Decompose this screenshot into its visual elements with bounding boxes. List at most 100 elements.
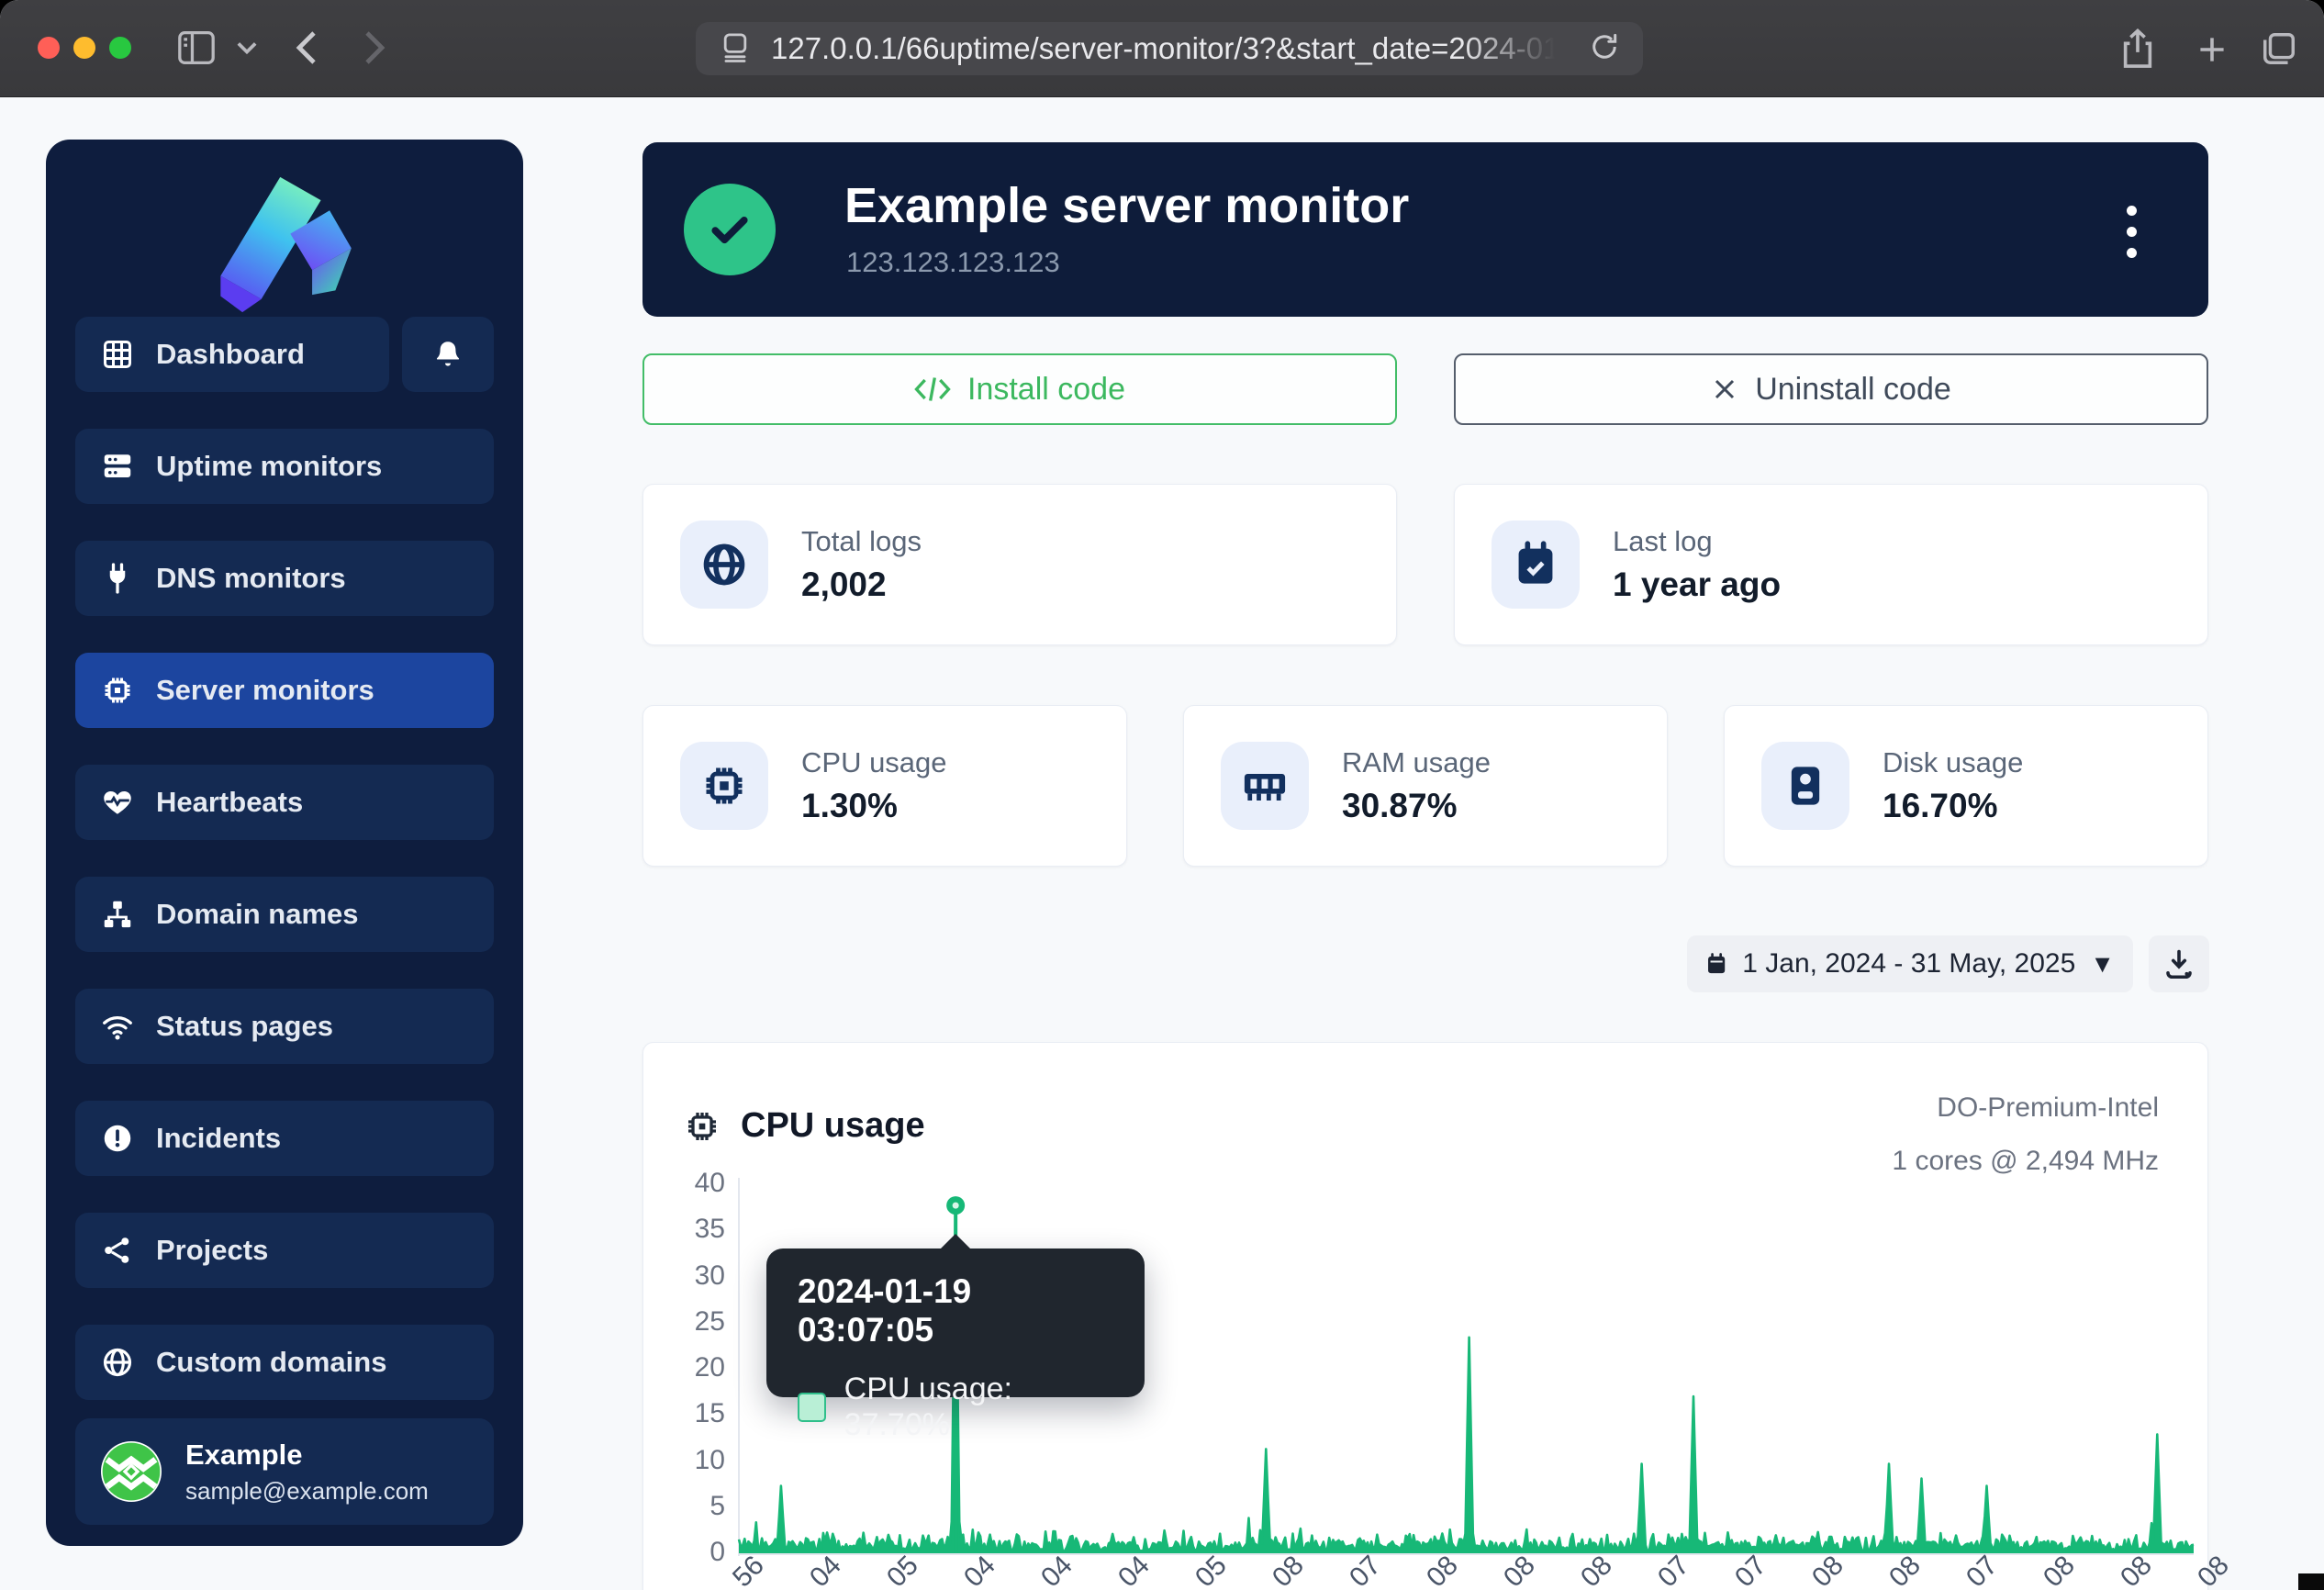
download-button[interactable] [2149,935,2209,992]
notifications-button[interactable] [402,317,494,392]
chip-solid-icon [680,742,768,830]
share-icon[interactable] [2118,28,2157,70]
y-tick-label: 20 [587,1352,725,1383]
sidebar-row: DNS monitors [75,541,494,616]
more-options-button[interactable] [2109,195,2153,268]
plug-icon [101,562,134,595]
sidebar-item-label: Custom domains [156,1346,386,1379]
monitor-ip: 123.123.123.123 [846,246,1060,279]
y-tick-label: 35 [587,1214,725,1245]
url-fade [1461,26,1571,72]
sidebar-row: Status pages [75,989,494,1064]
y-tick-label: 25 [587,1306,725,1338]
bell-icon [431,338,464,371]
chart-tooltip: 2024-01-19 03:07:05 CPU usage: 37.70% [766,1248,1145,1397]
tooltip-datetime: 2024-01-19 03:07:05 [798,1272,1113,1349]
close-window-button[interactable] [38,37,60,59]
reader-view-icon[interactable] [720,31,751,67]
series-swatch [798,1393,826,1422]
new-tab-icon[interactable] [2196,33,2229,66]
globe-icon [101,1346,134,1379]
date-range-picker[interactable]: 1 Jan, 2024 - 31 May, 2025 ▼ [1687,935,2133,992]
y-tick-label: 10 [587,1445,725,1476]
tab-overview-icon[interactable] [2260,29,2298,68]
back-button[interactable] [292,29,321,66]
download-icon [2162,947,2196,980]
sidebar-item-custom-domains[interactable]: Custom domains [75,1325,494,1400]
sidebar: Dashboard Uptime monitors DNS monitors S… [46,140,523,1546]
install-code-button[interactable]: Install code [642,353,1397,425]
sidebar-item-dns-monitors[interactable]: DNS monitors [75,541,494,616]
y-tick-label: 5 [587,1491,725,1522]
sidebar-item-label: Domain names [156,898,359,931]
calendar-icon [1705,948,1727,980]
app-logo [46,165,523,321]
sidebar-item-dashboard[interactable]: Dashboard [75,317,389,392]
sidebar-item-label: Incidents [156,1122,281,1155]
stat-label: Total logs [801,525,922,558]
hard-drive-icon [1782,762,1829,810]
stat-card-disk-usage: Disk usage 16.70% [1724,705,2208,867]
server-icon [101,450,134,483]
share-nodes-icon [101,1234,134,1267]
chip-icon [101,674,134,707]
hard-drive-icon [1761,742,1849,830]
stat-label: RAM usage [1342,746,1491,779]
avatar [101,1441,162,1502]
sidebar-item-projects[interactable]: Projects [75,1213,494,1288]
alert-circle-icon [101,1122,134,1155]
sidebar-item-server-monitors[interactable]: Server monitors [75,653,494,728]
stat-value: 2,002 [801,565,922,604]
sidebar-toggle-icon[interactable] [176,29,217,66]
stat-card-last-log: Last log 1 year ago [1454,484,2208,645]
x-icon [1711,375,1738,403]
minimize-window-button[interactable] [73,37,95,59]
stat-card-ram-usage: RAM usage 30.87% [1183,705,1668,867]
browser-titlebar: 127.0.0.1/66uptime/server-monitor/3?&sta… [0,0,2324,97]
sidebar-item-label: Server monitors [156,674,374,707]
sidebar-row: Projects [75,1213,494,1288]
sidebar-item-label: Heartbeats [156,786,303,819]
stat-label: Disk usage [1883,746,2023,779]
url-text[interactable]: 127.0.0.1/66uptime/server-monitor/3?&sta… [771,31,1560,66]
sidebar-item-label: Uptime monitors [156,450,382,483]
sidebar-item-domain-names[interactable]: Domain names [75,877,494,952]
sitemap-icon [101,898,134,931]
share-nodes-icon [101,1234,134,1267]
sidebar-item-heartbeats[interactable]: Heartbeats [75,765,494,840]
stat-card-cpu-usage: CPU usage 1.30% [642,705,1127,867]
zoom-window-button[interactable] [109,37,131,59]
y-tick-label: 15 [587,1398,725,1429]
stat-label: Last log [1613,525,1781,558]
chip-icon [101,674,134,707]
browser-window: 127.0.0.1/66uptime/server-monitor/3?&sta… [0,0,2324,1590]
sidebar-item-status-pages[interactable]: Status pages [75,989,494,1064]
corner-widget [2298,1573,2324,1590]
sidebar-row: Heartbeats [75,765,494,840]
y-tick-label: 30 [587,1260,725,1292]
y-tick-label: 0 [587,1537,725,1568]
chart-title: CPU usage [684,1106,925,1146]
server-model: DO-Premium-Intel [1937,1092,2159,1124]
sidebar-item-incidents[interactable]: Incidents [75,1101,494,1176]
forward-button[interactable] [360,29,389,66]
profile-card[interactable]: Example sample@example.com [75,1418,494,1525]
sidebar-row: Uptime monitors [75,429,494,504]
sidebar-item-label: DNS monitors [156,562,346,595]
reload-icon[interactable] [1588,30,1621,68]
address-bar[interactable]: 127.0.0.1/66uptime/server-monitor/3?&sta… [696,22,1643,75]
sidebar-item-label: Dashboard [156,338,305,371]
alert-circle-icon [101,1122,134,1155]
stat-label: CPU usage [801,746,947,779]
sidebar-item-label: Projects [156,1234,268,1267]
sidebar-item-uptime-monitors[interactable]: Uptime monitors [75,429,494,504]
chevron-down-icon[interactable] [237,40,257,55]
sidebar-row: Dashboard [75,317,494,392]
profile-email: sample@example.com [185,1477,429,1506]
sidebar-row: Custom domains [75,1325,494,1400]
uninstall-code-button[interactable]: Uninstall code [1454,353,2208,425]
sidebar-row: Incidents [75,1101,494,1176]
sidebar-nav: Dashboard Uptime monitors DNS monitors S… [75,317,494,1512]
code-icon [914,374,951,405]
globe-solid-icon [700,541,748,588]
